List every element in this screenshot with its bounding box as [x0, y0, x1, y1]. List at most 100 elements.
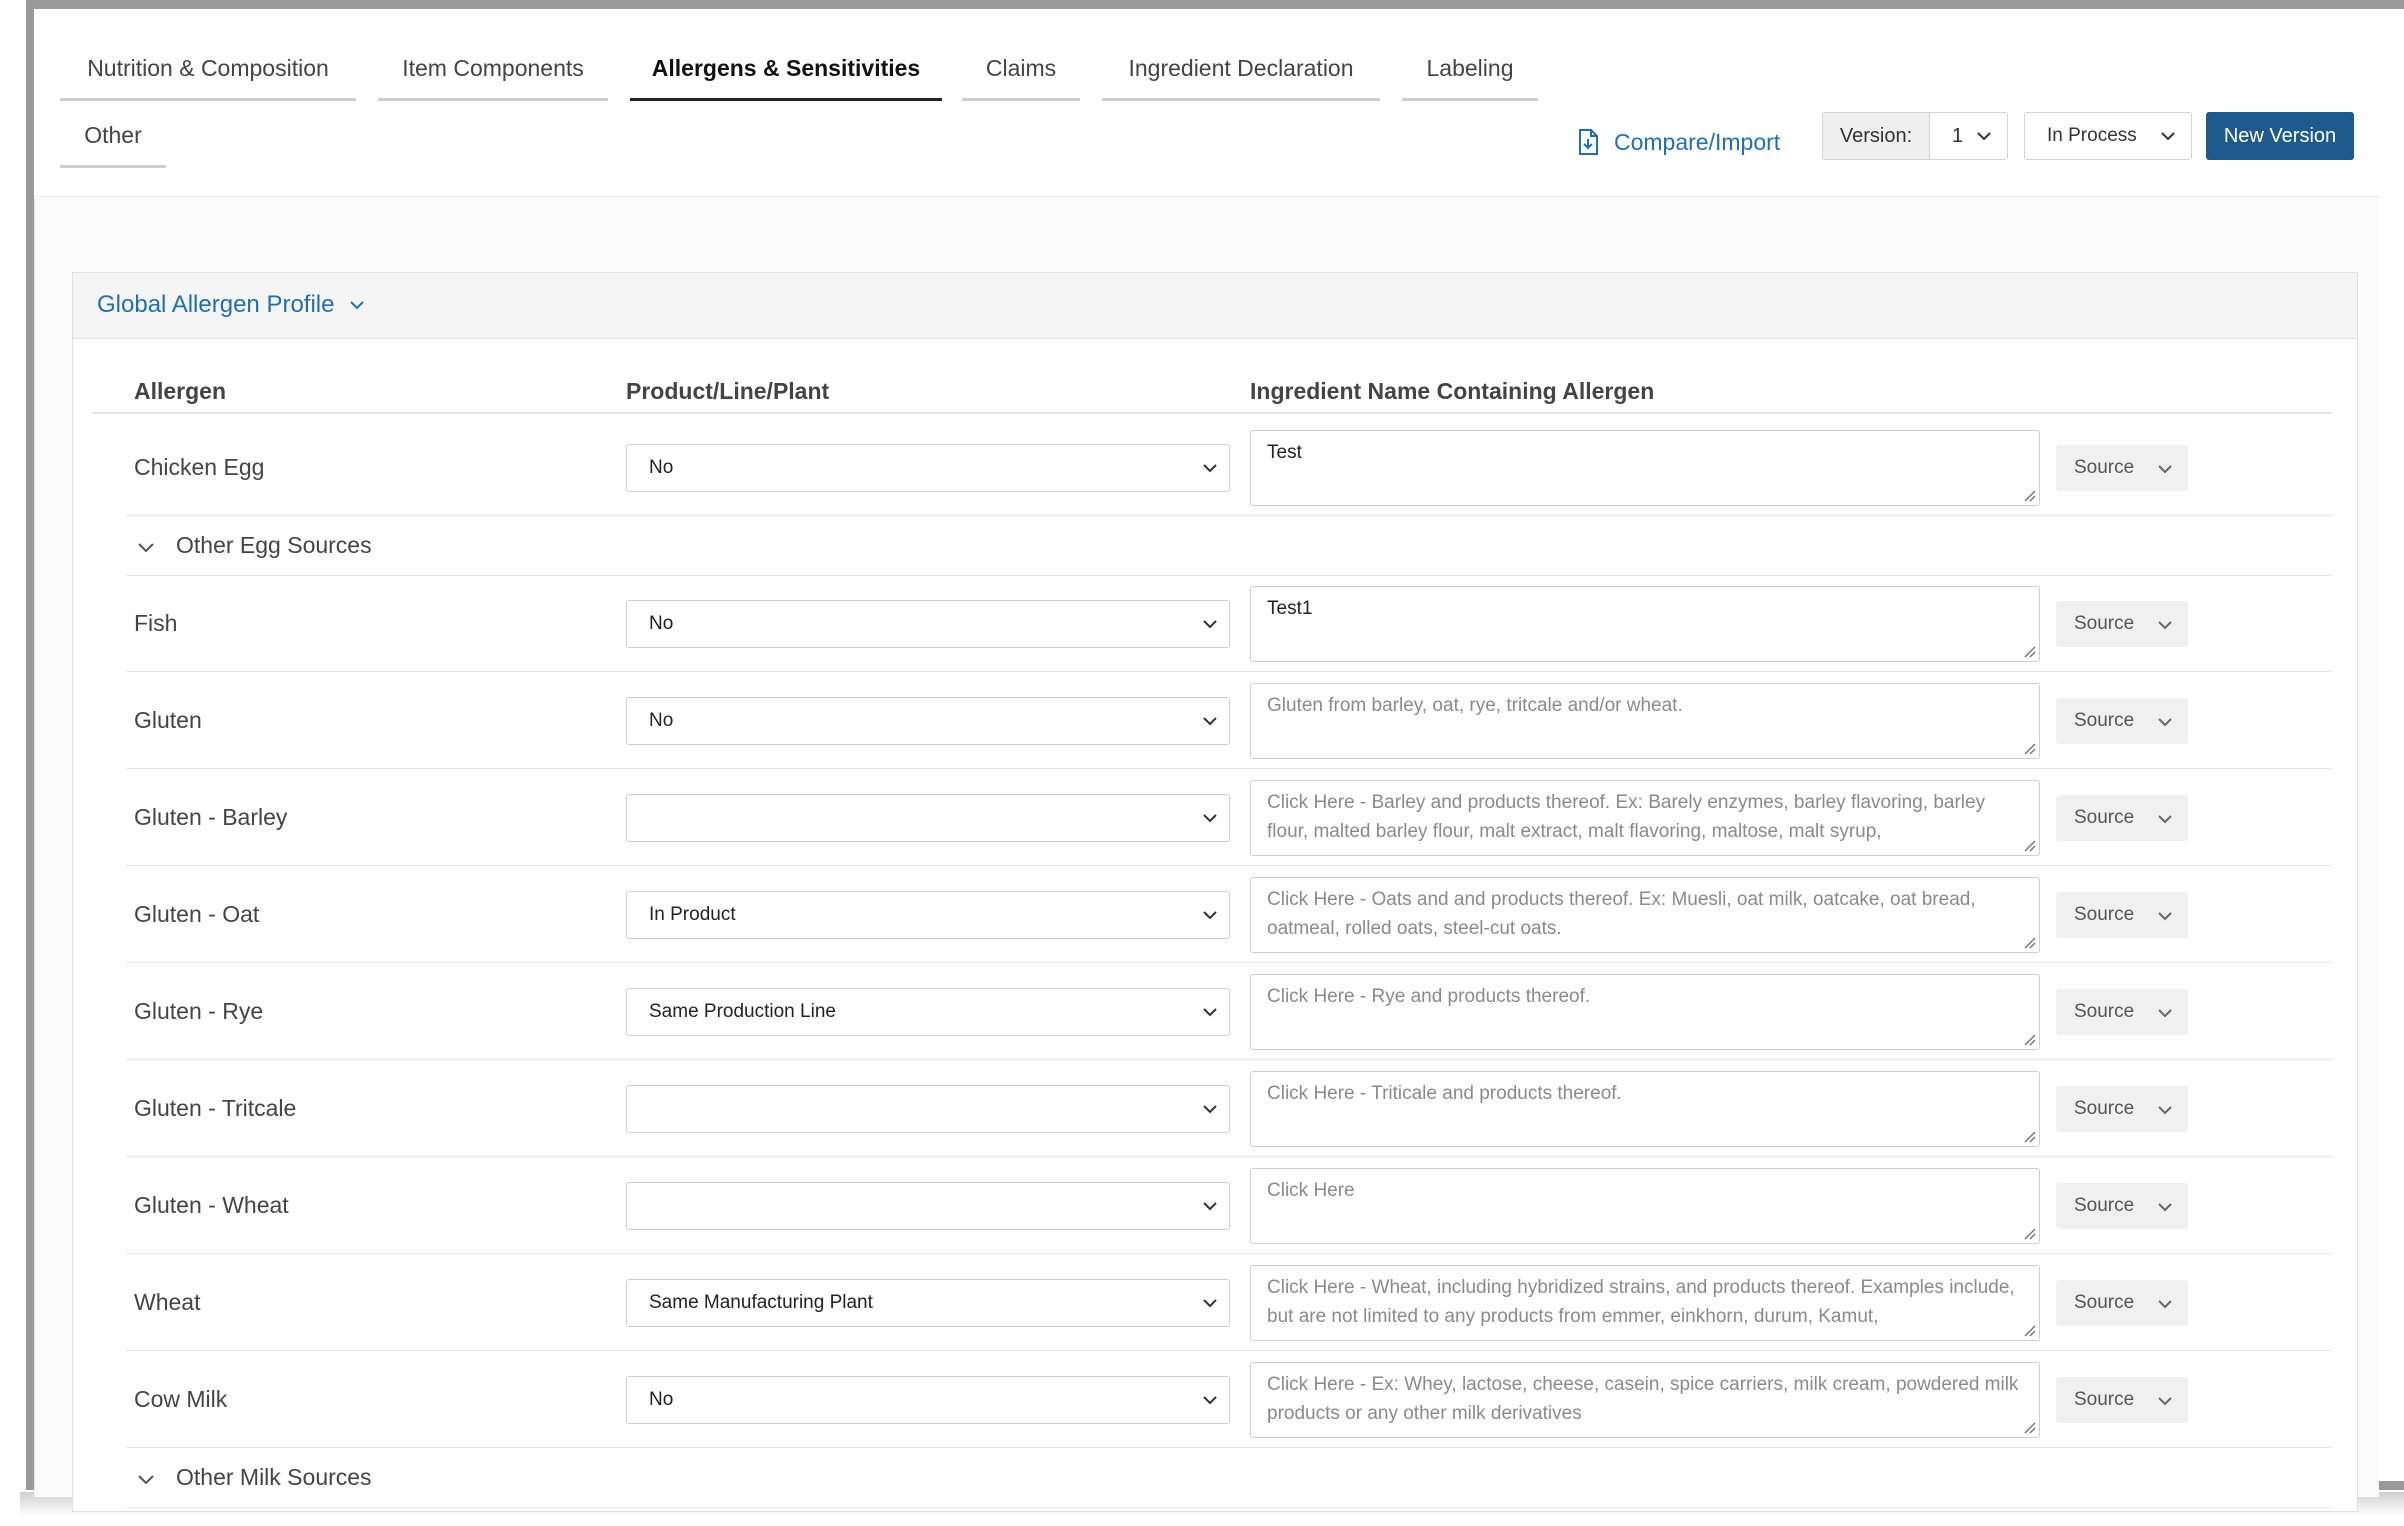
- resize-grip-icon[interactable]: [2022, 838, 2036, 852]
- section-title: Global Allergen Profile: [97, 291, 335, 318]
- ingredient-name-field[interactable]: Click Here - Oats and and products there…: [1250, 876, 2040, 953]
- source-label: Source: [2074, 1097, 2135, 1119]
- allergen-name: Fish: [134, 610, 178, 636]
- chevron-down-icon: [1203, 1395, 1217, 1404]
- table-row: Gluten - Barley Click Here - Barley and p…: [0, 769, 2404, 866]
- chevron-down-icon: [138, 543, 154, 553]
- version-value: 1: [1952, 125, 1964, 147]
- tab-labeling[interactable]: Labeling: [1402, 35, 1538, 101]
- product-line-plant-value: No: [649, 1388, 674, 1410]
- allergen-name: Chicken Egg: [134, 454, 265, 480]
- chevron-down-icon: [2158, 1299, 2172, 1308]
- product-line-plant-value: Same Manufacturing Plant: [649, 1291, 873, 1313]
- table-row: Gluten - Wheat Click Here Source: [0, 1157, 2404, 1254]
- ingredient-name-text: Click Here - Rye and products thereof.: [1267, 985, 1591, 1007]
- source-dropdown[interactable]: Source: [2056, 891, 2188, 938]
- product-line-plant-select[interactable]: [626, 793, 1230, 842]
- resize-grip-icon[interactable]: [2022, 741, 2036, 755]
- source-dropdown[interactable]: Source: [2056, 445, 2188, 491]
- tab-nutrition-composition[interactable]: Nutrition & Composition: [60, 35, 356, 101]
- allergen-name: Gluten - Wheat: [134, 1191, 289, 1218]
- resize-grip-icon[interactable]: [2022, 1420, 2036, 1434]
- status-select[interactable]: In Process: [2024, 112, 2192, 160]
- column-header-product: Product/Line/Plant: [626, 378, 830, 404]
- chevron-down-icon: [2161, 132, 2175, 141]
- document-import-icon: [1579, 129, 1598, 155]
- tab-item-components[interactable]: Item Components: [378, 35, 608, 101]
- table-row: Gluten - Rye Same Production Line Click He…: [0, 963, 2404, 1060]
- resize-grip-icon[interactable]: [2022, 1323, 2036, 1337]
- source-dropdown[interactable]: Source: [2056, 794, 2188, 841]
- source-dropdown[interactable]: Source: [2056, 1182, 2188, 1229]
- source-label: Source: [2074, 1291, 2135, 1313]
- ingredient-name-field[interactable]: Click Here - Rye and products thereof.: [1250, 973, 2040, 1050]
- tab-claims[interactable]: Claims: [962, 35, 1080, 101]
- section-title-toggle[interactable]: Global Allergen Profile: [97, 291, 366, 319]
- chevron-down-icon: [2158, 1396, 2172, 1405]
- source-dropdown[interactable]: Source: [2056, 601, 2188, 647]
- ingredient-name-field[interactable]: Click Here - Barley and products thereof…: [1250, 779, 2040, 856]
- tab-allergens-sensitivities[interactable]: Allergens & Sensitivities: [630, 35, 942, 101]
- allergen-name: Gluten - Tritcale: [134, 1094, 297, 1121]
- resize-grip-icon[interactable]: [2022, 1129, 2036, 1143]
- ingredient-name-field[interactable]: Click Here - Wheat, including hybridized…: [1250, 1264, 2040, 1341]
- source-dropdown[interactable]: Source: [2056, 1085, 2188, 1132]
- product-line-plant-select[interactable]: Same Production Line: [626, 987, 1230, 1036]
- table-row: Wheat Same Manufacturing Plant Click Here …: [0, 1254, 2404, 1351]
- source-label: Source: [2074, 1194, 2135, 1216]
- product-line-plant-select[interactable]: Same Manufacturing Plant: [626, 1278, 1230, 1327]
- source-dropdown[interactable]: Source: [2056, 1279, 2188, 1326]
- resize-grip-icon[interactable]: [2022, 1032, 2036, 1046]
- ingredient-name-field[interactable]: Test1: [1250, 586, 2040, 662]
- ingredient-name-field[interactable]: Click Here: [1250, 1167, 2040, 1244]
- table-row: Gluten - Oat In Product Click Here - Oats …: [0, 866, 2404, 963]
- section-header: Global Allergen Profile: [73, 273, 2357, 339]
- source-dropdown[interactable]: Source: [2056, 1376, 2188, 1423]
- product-line-plant-select[interactable]: No: [626, 444, 1230, 492]
- group-label: Other Egg Sources: [176, 532, 372, 558]
- product-line-plant-value: In Product: [649, 903, 736, 925]
- source-label: Source: [2074, 903, 2135, 925]
- new-version-button[interactable]: New Version: [2206, 112, 2354, 160]
- resize-grip-icon[interactable]: [2022, 1226, 2036, 1240]
- allergen-name: Gluten - Barley: [134, 803, 288, 830]
- product-line-plant-select[interactable]: No: [626, 600, 1230, 648]
- product-line-plant-select[interactable]: [626, 1181, 1230, 1230]
- product-line-plant-select[interactable]: No: [626, 1375, 1230, 1424]
- chevron-down-icon: [2158, 717, 2172, 726]
- version-label: Version:: [1823, 113, 1930, 159]
- tab-other[interactable]: Other: [60, 102, 166, 168]
- ingredient-name-field[interactable]: Click Here - Ex: Whey, lactose, cheese, …: [1250, 1361, 2040, 1438]
- ingredient-name-field[interactable]: Test: [1250, 430, 2040, 506]
- table-row: Chicken Egg No Test Source: [0, 420, 2404, 516]
- allergen-name: Gluten: [134, 706, 202, 733]
- chevron-down-icon: [1203, 813, 1217, 822]
- resize-grip-icon[interactable]: [2022, 644, 2036, 658]
- version-select[interactable]: 1: [1930, 113, 2007, 159]
- source-dropdown[interactable]: Source: [2056, 697, 2188, 744]
- ingredient-name-text: Click Here: [1267, 1179, 1355, 1201]
- product-line-plant-value: No: [649, 613, 674, 634]
- ingredient-name-text: Click Here - Ex: Whey, lactose, cheese, …: [1267, 1373, 2019, 1424]
- tab-ingredient-declaration[interactable]: Ingredient Declaration: [1102, 35, 1380, 101]
- group-toggle-milk[interactable]: Other Milk Sources: [126, 1448, 2332, 1508]
- chevron-down-icon: [1203, 464, 1217, 473]
- source-label: Source: [2074, 613, 2135, 634]
- ingredient-name-text: Click Here - Oats and and products there…: [1267, 888, 1976, 939]
- chevron-down-icon: [1203, 620, 1217, 629]
- ingredient-name-field[interactable]: Gluten from barley, oat, rye, tritcale a…: [1250, 682, 2040, 759]
- product-line-plant-select[interactable]: [626, 1084, 1230, 1133]
- ingredient-name-text: Click Here - Wheat, including hybridized…: [1267, 1276, 2015, 1327]
- ingredient-name-field[interactable]: Click Here - Triticale and products ther…: [1250, 1070, 2040, 1147]
- group-toggle-egg[interactable]: Other Egg Sources: [126, 516, 2332, 576]
- product-line-plant-select[interactable]: In Product: [626, 890, 1230, 939]
- chevron-down-icon: [1203, 1201, 1217, 1210]
- resize-grip-icon[interactable]: [2022, 488, 2036, 502]
- source-dropdown[interactable]: Source: [2056, 988, 2188, 1035]
- resize-grip-icon[interactable]: [2022, 935, 2036, 949]
- product-line-plant-select[interactable]: No: [626, 696, 1230, 745]
- chevron-down-icon: [2158, 814, 2172, 823]
- ingredient-name-text: Click Here - Barley and products thereof…: [1267, 791, 1986, 842]
- product-line-plant-value: No: [649, 457, 674, 478]
- compare-import-link[interactable]: Compare/Import: [1578, 124, 1780, 160]
